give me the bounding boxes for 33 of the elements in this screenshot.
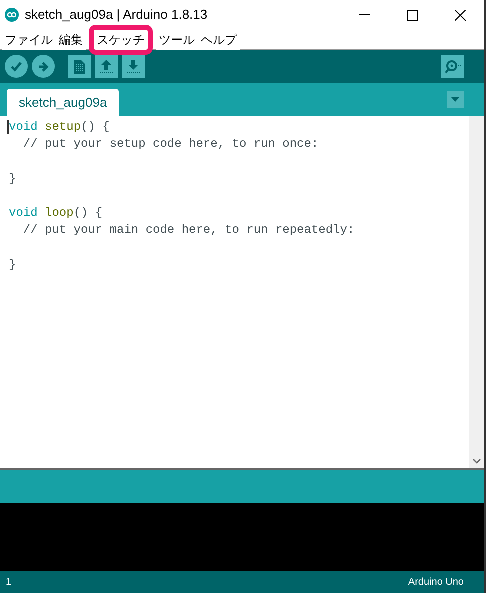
code-line: void setup() { xyxy=(9,119,110,136)
vertical-scrollbar[interactable] xyxy=(469,116,484,468)
caret-down-icon xyxy=(451,97,460,102)
code-editor[interactable]: void setup() { // put your setup code here, to run once: } void loop() { // put your main code here, to run repeatedly: } xyxy=(0,116,469,468)
upload-button[interactable] xyxy=(32,55,55,78)
checkmark-icon xyxy=(10,60,23,73)
document-icon xyxy=(74,60,85,74)
chevron-down-icon xyxy=(472,459,480,464)
new-button[interactable] xyxy=(68,55,91,78)
serial-monitor-button[interactable] xyxy=(441,55,464,78)
sketch-tab[interactable]: sketch_aug09a xyxy=(7,89,120,116)
maximize-icon xyxy=(406,10,418,20)
close-icon xyxy=(454,10,466,20)
line-number: 1 xyxy=(6,576,12,590)
code-line: // put your setup code here, to run once: xyxy=(22,136,319,154)
arrow-up-icon xyxy=(100,60,113,74)
arrow-right-icon xyxy=(38,60,50,72)
arrow-down-icon xyxy=(127,60,140,74)
tab-menu-button[interactable] xyxy=(447,91,464,108)
code-line: void loop() { xyxy=(9,204,103,222)
magnifier-icon xyxy=(444,60,462,74)
text-cursor xyxy=(7,120,9,134)
code-line: } xyxy=(9,170,16,188)
verify-button[interactable] xyxy=(5,55,28,78)
board-name: Arduino Uno xyxy=(408,576,464,590)
open-button[interactable] xyxy=(95,55,118,78)
code-line: // put your main code here, to run repeatedly: xyxy=(22,222,355,240)
app-logo-icon xyxy=(5,8,19,22)
minimize-icon xyxy=(358,14,370,16)
save-button[interactable] xyxy=(122,55,145,78)
window-title: sketch_aug09a | Arduino 1.8.13 xyxy=(25,6,208,24)
code-line: } xyxy=(9,256,16,274)
menu-item[interactable]: スケッチ xyxy=(94,30,148,50)
